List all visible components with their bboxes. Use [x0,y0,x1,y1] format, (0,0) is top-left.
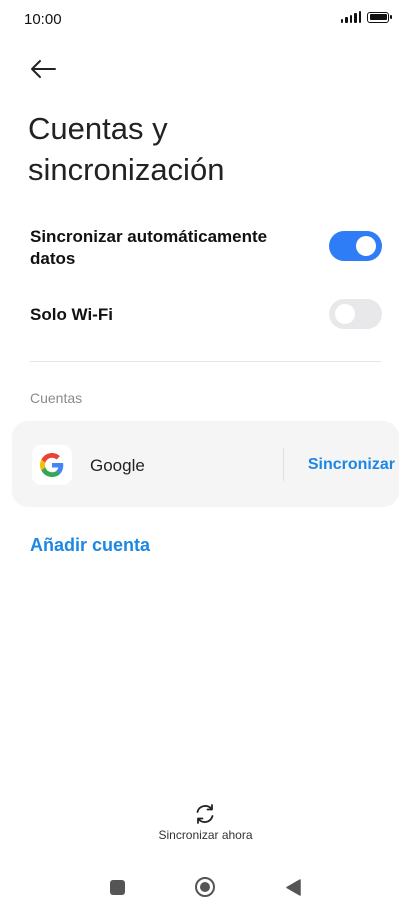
back-button[interactable] [29,58,57,80]
accounts-section-label: Cuentas [30,390,83,406]
add-account-button[interactable]: Añadir cuenta [30,535,150,556]
nav-back-button[interactable] [285,879,301,896]
divider [30,361,381,362]
page-title-line2: sincronización [28,152,225,187]
recent-apps-button[interactable] [110,880,125,895]
sync-now-label[interactable]: Sincronizar ahora [0,828,411,842]
signal-icon [340,11,361,23]
wifi-only-label: Solo Wi-Fi [30,305,113,324]
toggle-knob [335,304,355,324]
divider [283,448,284,481]
page-title: Cuentas y sincronización [28,108,224,190]
toggle-knob [356,236,376,256]
account-card-google[interactable]: Google Sincronizar [12,421,399,507]
auto-sync-label: Sincronizar automáticamente datos [30,226,267,270]
auto-sync-label-line1: Sincronizar automáticamente [30,227,268,246]
status-icons [340,11,392,23]
back-arrow-icon [31,60,56,78]
google-icon [32,445,72,485]
auto-sync-label-line2: datos [30,249,76,268]
battery-icon [367,11,392,23]
sync-account-button[interactable]: Sincronizar [308,456,395,474]
sync-icon[interactable] [193,802,217,826]
auto-sync-toggle[interactable] [329,231,382,261]
triangle-back-icon [286,879,301,896]
status-time: 10:00 [24,11,62,28]
page-title-line1: Cuentas y [28,111,168,146]
wifi-only-toggle[interactable] [329,299,382,329]
account-name: Google [90,456,145,475]
home-button[interactable] [195,877,215,897]
